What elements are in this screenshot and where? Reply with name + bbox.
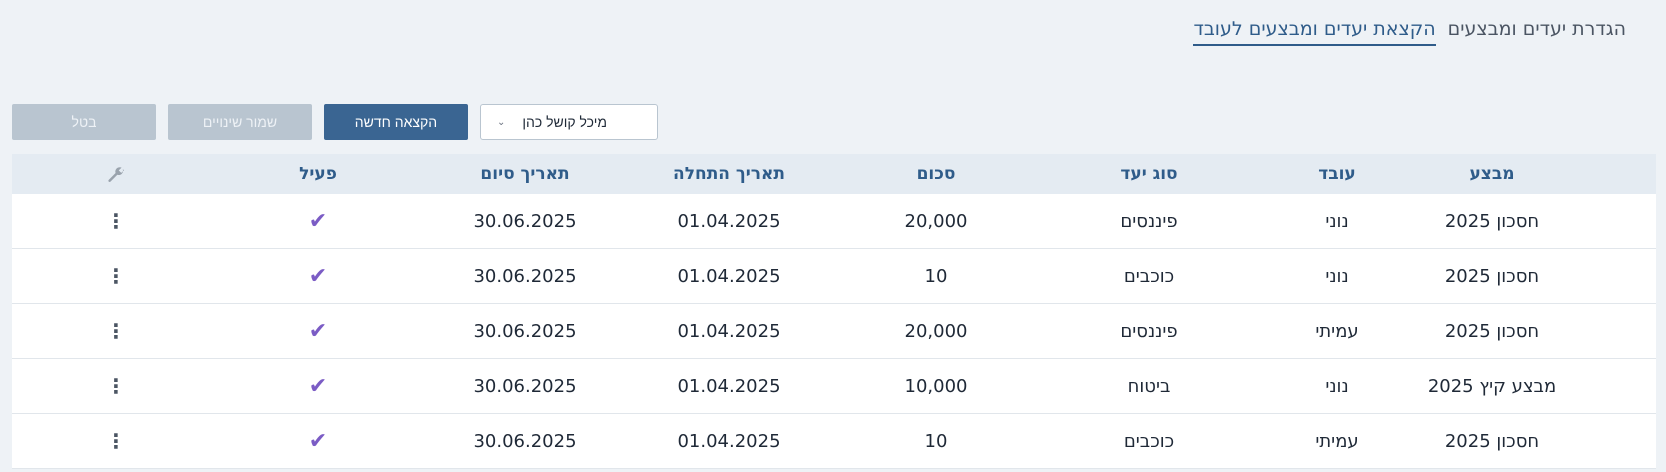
- header-active[interactable]: פעיל: [299, 164, 337, 184]
- cell-amount: 10: [924, 265, 948, 287]
- cell-goal-type: ביטוח: [1127, 375, 1171, 397]
- tab-bar: הגדרת יעדים ומבצעים הקצאת יעדים ומבצעים …: [1193, 18, 1626, 46]
- cell-end-date: 30.06.2025: [473, 320, 577, 342]
- cell-employee: עמיתי: [1315, 430, 1359, 452]
- table-row[interactable]: חסכון 2025 עמיתי פיננסים 20,000 01.04.2025 30…: [12, 304, 1656, 359]
- new-assignment-button[interactable]: הקצאה חדשה: [324, 104, 468, 140]
- cell-employee: עמיתי: [1315, 320, 1359, 342]
- header-employee[interactable]: עובד: [1318, 164, 1356, 184]
- chevron-down-icon: ⌄: [497, 116, 506, 128]
- table-row[interactable]: מבצע קיץ 2025 נוני ביטוח 10,000 01.04.2025 30…: [12, 359, 1656, 414]
- save-changes-button[interactable]: שמור שינויים: [168, 104, 312, 140]
- cell-campaign: חסכון 2025: [1444, 210, 1540, 232]
- cell-end-date: 30.06.2025: [473, 265, 577, 287]
- tab-assign-goals[interactable]: הקצאת יעדים ומבצעים לעובד: [1193, 18, 1436, 46]
- checkmark-icon: ✔: [308, 208, 328, 234]
- table-row[interactable]: חסכון 2025 נוני כוכבים 10 01.04.2025 30.06.20…: [12, 249, 1656, 304]
- toolbar: בטל שמור שינויים הקצאה חדשה ⌄ מיכל קושל …: [12, 104, 658, 140]
- cell-employee: נוני: [1325, 265, 1349, 287]
- checkmark-icon: ✔: [308, 318, 328, 344]
- table-row[interactable]: חסכון 2025 עמיתי כוכבים 10 01.04.2025 30.06.2…: [12, 414, 1656, 469]
- wrench-icon[interactable]: [106, 164, 126, 184]
- table-header: מבצע עובד סוג יעד סכום תאריך התחלה תאריך…: [12, 154, 1656, 194]
- more-vertical-icon[interactable]: ⋮: [106, 321, 126, 341]
- cell-campaign: חסכון 2025: [1444, 265, 1540, 287]
- cell-goal-type: פיננסים: [1120, 210, 1178, 232]
- cell-end-date: 30.06.2025: [473, 375, 577, 397]
- checkmark-icon: ✔: [308, 428, 328, 454]
- employee-select[interactable]: ⌄ מיכל קושל כהן: [480, 104, 658, 140]
- cell-employee: נוני: [1325, 210, 1349, 232]
- checkmark-icon: ✔: [308, 263, 328, 289]
- cell-start-date: 01.04.2025: [677, 430, 781, 452]
- cell-campaign: חסכון 2025: [1444, 320, 1540, 342]
- cell-goal-type: כוכבים: [1123, 430, 1175, 452]
- cell-amount: 10,000: [904, 375, 968, 397]
- cell-goal-type: כוכבים: [1123, 265, 1175, 287]
- assignments-table: מבצע עובד סוג יעד סכום תאריך התחלה תאריך…: [12, 154, 1656, 469]
- cell-amount: 20,000: [904, 210, 968, 232]
- cell-end-date: 30.06.2025: [473, 430, 577, 452]
- tab-define-goals[interactable]: הגדרת יעדים ומבצעים: [1448, 18, 1626, 46]
- cell-amount: 10: [924, 430, 948, 452]
- more-vertical-icon[interactable]: ⋮: [106, 431, 126, 451]
- table-row[interactable]: חסכון 2025 נוני פיננסים 20,000 01.04.2025 30.…: [12, 194, 1656, 249]
- cell-campaign: חסכון 2025: [1444, 430, 1540, 452]
- cell-campaign: מבצע קיץ 2025: [1427, 375, 1557, 397]
- header-start-date[interactable]: תאריך התחלה: [673, 164, 785, 184]
- employee-select-value: מיכל קושל כהן: [522, 114, 607, 130]
- cell-start-date: 01.04.2025: [677, 265, 781, 287]
- cell-amount: 20,000: [904, 320, 968, 342]
- checkmark-icon: ✔: [308, 373, 328, 399]
- cell-start-date: 01.04.2025: [677, 210, 781, 232]
- cell-start-date: 01.04.2025: [677, 320, 781, 342]
- table-body: חסכון 2025 נוני פיננסים 20,000 01.04.2025 30.…: [12, 194, 1656, 469]
- header-goal-type[interactable]: סוג יעד: [1120, 164, 1177, 184]
- header-campaign[interactable]: מבצע: [1469, 164, 1514, 184]
- more-vertical-icon[interactable]: ⋮: [106, 266, 126, 286]
- more-vertical-icon[interactable]: ⋮: [106, 211, 126, 231]
- cell-end-date: 30.06.2025: [473, 210, 577, 232]
- cell-goal-type: פיננסים: [1120, 320, 1178, 342]
- more-vertical-icon[interactable]: ⋮: [106, 376, 126, 396]
- cell-start-date: 01.04.2025: [677, 375, 781, 397]
- cell-employee: נוני: [1325, 375, 1349, 397]
- cancel-button[interactable]: בטל: [12, 104, 156, 140]
- header-amount[interactable]: סכום: [917, 164, 956, 184]
- header-end-date[interactable]: תאריך סיום: [480, 164, 569, 184]
